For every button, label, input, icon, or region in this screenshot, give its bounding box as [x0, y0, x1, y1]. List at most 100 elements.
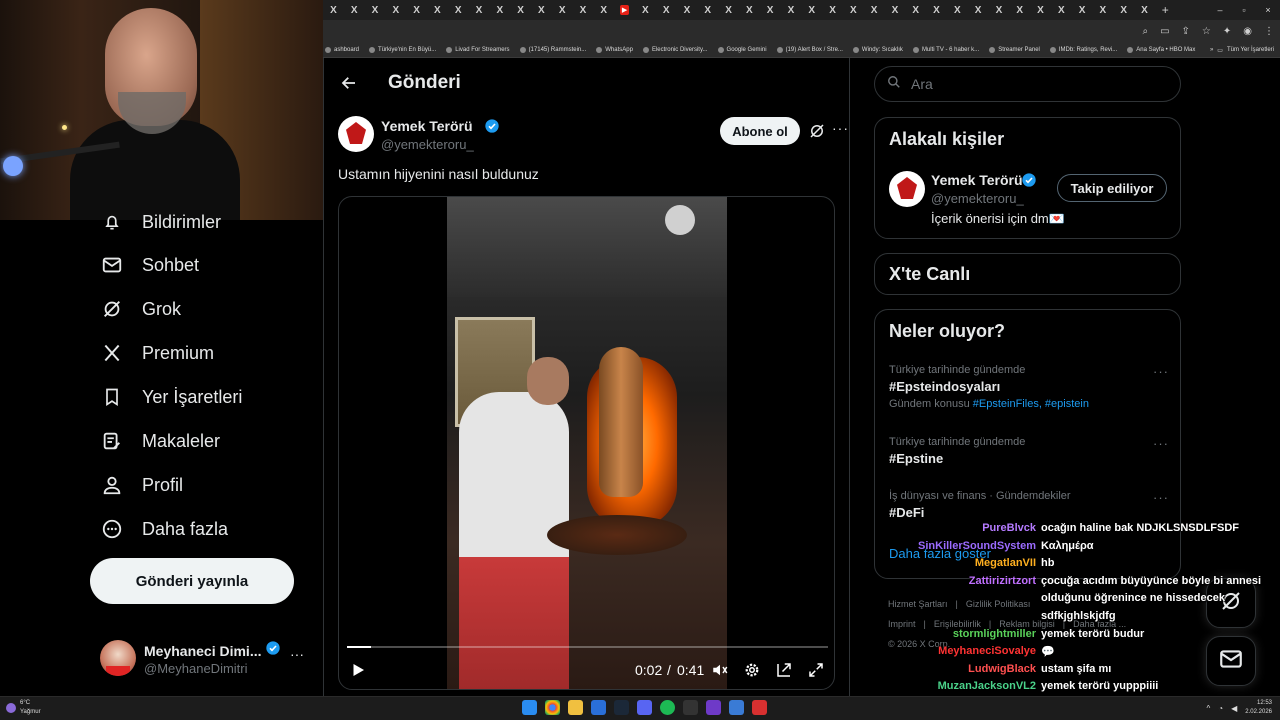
volume-icon[interactable]: ◀: [1231, 704, 1237, 713]
browser-tab[interactable]: X: [448, 0, 469, 20]
app-icon[interactable]: [752, 700, 767, 715]
browser-tab[interactable]: X: [781, 0, 802, 20]
browser-tab[interactable]: X: [489, 0, 510, 20]
bookmark-item[interactable]: (17145) Rammstein...: [519, 46, 586, 53]
trend-item[interactable]: Türkiye tarihinde gündemde #Epstine ···: [889, 436, 1169, 466]
browser-tab[interactable]: X: [760, 0, 781, 20]
browser-tab[interactable]: X: [926, 0, 947, 20]
maximize-button[interactable]: ▫: [1232, 0, 1256, 20]
bookmark-item[interactable]: IMDb: Ratings, Revi...: [1049, 46, 1117, 53]
browser-tab[interactable]: X: [801, 0, 822, 20]
browser-tab[interactable]: X: [510, 0, 531, 20]
fullscreen-icon[interactable]: [807, 661, 827, 681]
file-explorer-icon[interactable]: [568, 700, 583, 715]
bookmark-item[interactable]: ashboard: [325, 46, 359, 53]
search-input[interactable]: [911, 76, 1161, 92]
bookmark-item[interactable]: Multi TV - 6 haber k...: [912, 46, 979, 53]
author-name[interactable]: Yemek Terörü: [381, 118, 473, 134]
zoom-icon[interactable]: ⌕: [1142, 26, 1148, 37]
browser-tab[interactable]: X: [1113, 0, 1134, 20]
trend-item[interactable]: İş dünyası ve finans · Gündemdekiler #De…: [889, 490, 1169, 520]
share-icon[interactable]: ⇪: [1182, 26, 1190, 37]
nav-item-more[interactable]: Daha fazla: [100, 507, 228, 551]
browser-tab[interactable]: X: [635, 0, 656, 20]
browser-tab[interactable]: X: [573, 0, 594, 20]
bookmark-item[interactable]: (19) Alert Box / Stre...: [776, 46, 843, 53]
nav-item-bookmarks[interactable]: Yer İşaretleri: [100, 375, 242, 419]
browser-tab[interactable]: X: [323, 0, 344, 20]
browser-tab[interactable]: X: [469, 0, 490, 20]
browser-tab[interactable]: X: [656, 0, 677, 20]
browser-tab[interactable]: X: [947, 0, 968, 20]
new-tab-button[interactable]: +: [1155, 0, 1176, 20]
weather-widget[interactable]: 6°C Yağmur: [6, 699, 41, 717]
post-more-icon[interactable]: ···: [832, 120, 849, 136]
tray-expand-icon[interactable]: ^: [1207, 704, 1211, 713]
obs-icon[interactable]: [683, 700, 698, 715]
browser-tab[interactable]: X: [989, 0, 1010, 20]
related-handle[interactable]: @yemekteroru_: [931, 191, 1024, 206]
close-window-button[interactable]: ×: [1256, 0, 1280, 20]
chrome-icon[interactable]: [545, 700, 560, 715]
nav-item-profile[interactable]: Profil: [100, 463, 183, 507]
nav-item-notifications[interactable]: Bildirimler: [100, 200, 221, 244]
browser-tab[interactable]: X: [905, 0, 926, 20]
browser-tab[interactable]: X: [1030, 0, 1051, 20]
bookmark-item[interactable]: Streamer Panel: [989, 46, 1040, 53]
browser-tab[interactable]: X: [822, 0, 843, 20]
browser-tab[interactable]: X: [1051, 0, 1072, 20]
bookmark-item[interactable]: Electronic Diversity...: [642, 46, 708, 53]
nav-item-articles[interactable]: Makaleler: [100, 419, 220, 463]
bookmarks-more[interactable]: »: [1210, 47, 1213, 53]
related-avatar[interactable]: [889, 171, 925, 207]
address-bar[interactable]: ⌕ ▭ ⇪ ☆ ✦ ◉ ⋮: [323, 20, 1280, 42]
browser-tab[interactable]: X: [406, 0, 427, 20]
browser-tab[interactable]: X: [968, 0, 989, 20]
browser-tab[interactable]: X: [697, 0, 718, 20]
browser-tab[interactable]: X: [385, 0, 406, 20]
following-button[interactable]: Takip ediliyor: [1057, 174, 1167, 202]
author-avatar[interactable]: [338, 116, 374, 152]
bookmark-item[interactable]: Windy: Sıcaklık: [852, 46, 903, 53]
settings-gear-icon[interactable]: [743, 661, 763, 681]
account-switcher[interactable]: Meyhaneci Dimi... @MeyhaneDimitri ···: [100, 636, 310, 680]
bookmark-item[interactable]: Google Gemini: [717, 46, 767, 53]
cast-icon[interactable]: ▭: [1160, 26, 1169, 37]
browser-tab[interactable]: ▶: [614, 0, 635, 20]
browser-tab[interactable]: X: [344, 0, 365, 20]
bookmark-item[interactable]: Livad For Streamers: [446, 46, 510, 53]
pip-icon[interactable]: [775, 661, 795, 681]
bookmark-item[interactable]: Türkiye'nin En Büyü...: [369, 46, 436, 53]
grok-icon[interactable]: [808, 122, 826, 140]
network-icon[interactable]: ◔: [1218, 704, 1223, 713]
browser-tab[interactable]: X: [718, 0, 739, 20]
browser-tab[interactable]: X: [365, 0, 386, 20]
play-icon[interactable]: [349, 661, 369, 681]
browser-tab[interactable]: X: [1134, 0, 1155, 20]
browser-tab[interactable]: X: [531, 0, 552, 20]
trend-item[interactable]: Türkiye tarihinde gündemde #Epsteindosya…: [889, 364, 1169, 410]
account-more-icon[interactable]: ···: [290, 646, 304, 662]
app-icon[interactable]: [706, 700, 721, 715]
profile-icon[interactable]: ◉: [1243, 26, 1252, 37]
trend-more-icon[interactable]: ···: [1153, 490, 1169, 505]
star-icon[interactable]: ☆: [1202, 26, 1211, 37]
menu-icon[interactable]: ⋮: [1264, 26, 1274, 37]
browser-tab[interactable]: X: [1092, 0, 1113, 20]
volume-icon[interactable]: [711, 661, 731, 681]
app-icon[interactable]: [729, 700, 744, 715]
minimize-button[interactable]: –: [1208, 0, 1232, 20]
back-arrow-icon[interactable]: [338, 72, 360, 94]
trend-related-links[interactable]: #EpsteinFiles, #epistein: [973, 398, 1089, 410]
video-progress-bar[interactable]: [347, 646, 828, 648]
nav-item-chat[interactable]: Sohbet: [100, 243, 199, 287]
browser-tab[interactable]: X: [552, 0, 573, 20]
steam-icon[interactable]: [614, 700, 629, 715]
browser-tab[interactable]: X: [885, 0, 906, 20]
discord-icon[interactable]: [637, 700, 652, 715]
subscribe-button[interactable]: Abone ol: [720, 117, 800, 145]
browser-tab[interactable]: X: [427, 0, 448, 20]
extensions-icon[interactable]: ✦: [1223, 26, 1231, 37]
nav-item-grok[interactable]: Grok: [100, 287, 181, 331]
related-name[interactable]: Yemek Terörü: [931, 172, 1023, 188]
